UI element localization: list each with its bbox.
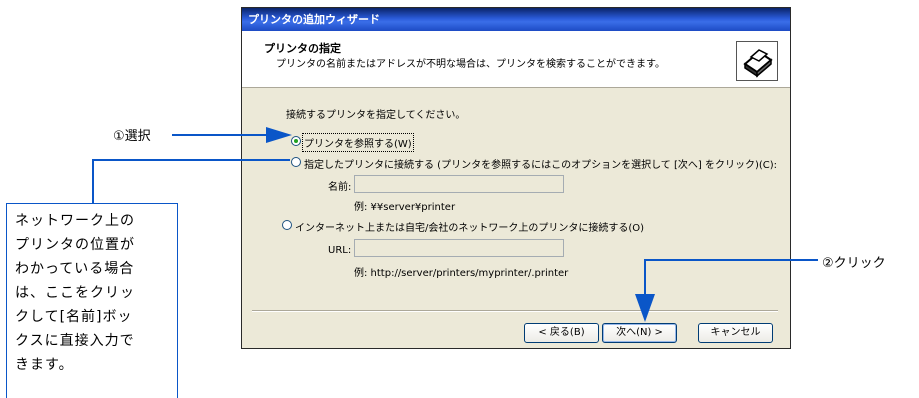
url-example: 例: http://server/printers/myprinter/.pri… bbox=[354, 268, 569, 279]
note-text: ネットワーク上の プリンタの位置が わかっている場合 は、ここをクリッ クして[… bbox=[15, 213, 135, 373]
name-field[interactable] bbox=[354, 175, 564, 193]
click-callout: ②クリック bbox=[822, 256, 886, 271]
wizard-header: プリンタの指定 プリンタの名前またはアドレスが不明な場合は、プリンタを検索するこ… bbox=[242, 31, 790, 88]
name-example: 例: ¥¥server¥printer bbox=[354, 202, 456, 213]
radio-internet-printer[interactable] bbox=[282, 220, 292, 230]
printer-icon bbox=[736, 41, 778, 81]
option-browse-printer-label[interactable]: プリンタを参照する(W) bbox=[302, 133, 414, 152]
select-arrow bbox=[172, 127, 292, 143]
note-box: ネットワーク上の プリンタの位置が わかっている場合 は、ここをクリッ クして[… bbox=[6, 203, 178, 398]
header-title: プリンタの指定 bbox=[264, 42, 341, 55]
note-connector bbox=[92, 159, 290, 206]
connect-prompt: 接続するプリンタを指定してください。 bbox=[286, 110, 466, 121]
header-subtitle: プリンタの名前またはアドレスが不明な場合は、プリンタを検索することができます。 bbox=[276, 59, 665, 70]
option-internet-printer-label[interactable]: インターネット上または自宅/会社のネットワーク上のプリンタに接続する(O) bbox=[295, 219, 644, 234]
option-connect-specified-label[interactable]: 指定したプリンタに接続する (プリンタを参照するにはこのオプションを選択して [… bbox=[304, 156, 777, 171]
click-arrow bbox=[635, 259, 818, 322]
url-field[interactable] bbox=[354, 239, 564, 257]
back-button[interactable]: < 戻る(B) bbox=[524, 323, 599, 343]
select-callout: ①選択 bbox=[113, 129, 151, 144]
url-field-label: URL: bbox=[328, 245, 352, 256]
dialog-title: プリンタの追加ウィザード bbox=[242, 8, 790, 31]
name-field-label: 名前: bbox=[328, 182, 352, 193]
